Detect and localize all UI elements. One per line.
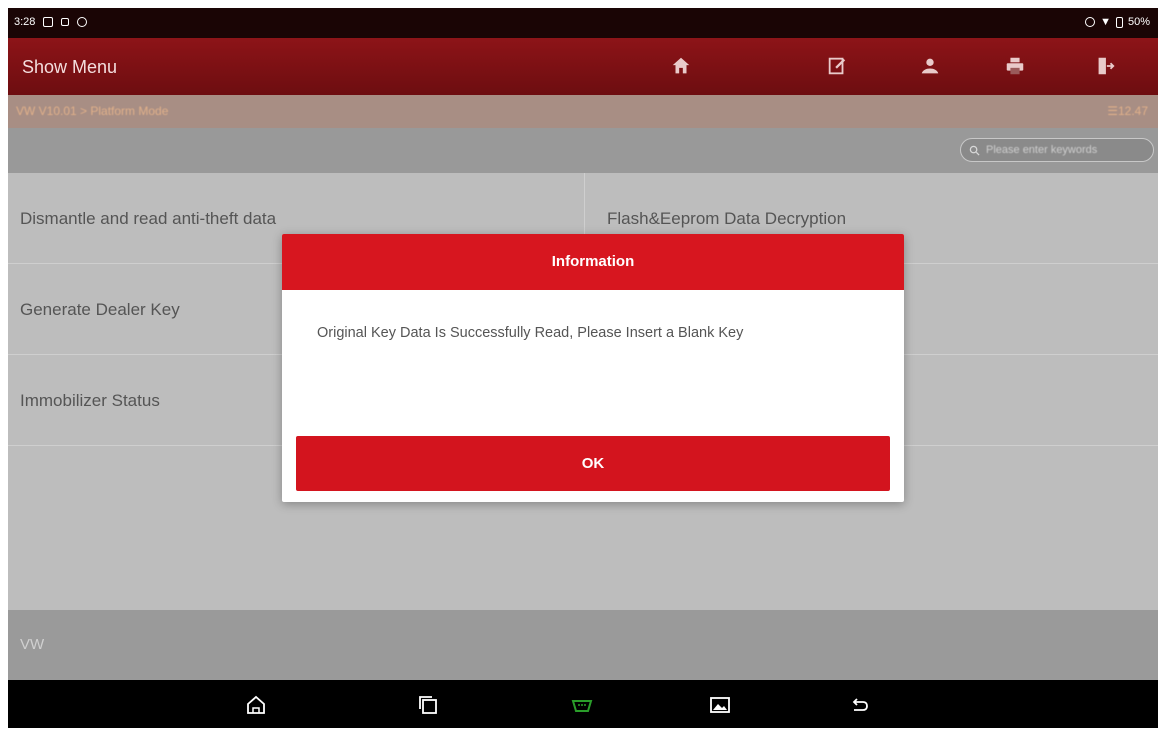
nav-recent-button[interactable] — [414, 691, 442, 719]
vci-connector-icon — [571, 700, 593, 712]
sync-icon — [77, 17, 88, 27]
brand-bar: VW — [8, 610, 1158, 680]
status-bar: 3:28 ▼ 50% — [8, 8, 1158, 38]
dialog-header: Information — [282, 234, 904, 290]
nav-vci-button[interactable] — [568, 691, 596, 719]
nav-home-button[interactable] — [242, 691, 270, 719]
nav-back-button[interactable] — [846, 691, 874, 719]
search-placeholder: Please enter keywords — [986, 144, 1098, 156]
home-icon — [247, 695, 265, 714]
status-time: 3:28 — [14, 16, 36, 28]
print-button[interactable] — [998, 51, 1032, 81]
alarm-icon — [1085, 17, 1096, 27]
version-label: ☰12.47 — [1107, 104, 1148, 118]
breadcrumb: VW V10.01 > Platform Mode — [16, 104, 169, 118]
usb-icon — [61, 18, 70, 26]
search-input[interactable]: Please enter keywords — [960, 138, 1154, 162]
home-button[interactable] — [664, 51, 698, 81]
user-icon — [921, 58, 939, 74]
app-frame: 3:28 ▼ 50% Show Menu VW V10.01 > Platfor… — [8, 8, 1158, 728]
exit-button[interactable] — [1088, 51, 1122, 81]
page-title: Show Menu — [22, 57, 118, 77]
information-dialog: Information Original Key Data Is Success… — [282, 234, 904, 502]
breadcrumb-bar: VW V10.01 > Platform Mode ☰12.47 — [8, 95, 1158, 128]
printer-icon — [1006, 57, 1024, 75]
recent-apps-icon — [419, 696, 437, 714]
dialog-title: Information — [551, 253, 635, 270]
brand-label: VW — [20, 636, 45, 653]
edit-report-icon — [828, 57, 846, 75]
battery-icon — [1115, 16, 1123, 28]
dialog-message: Original Key Data Is Successfully Read, … — [317, 325, 744, 341]
notification-icon — [43, 17, 54, 27]
wifi-icon: ▼ — [1100, 16, 1111, 28]
battery-level: 50% — [1127, 16, 1150, 28]
image-icon — [710, 697, 730, 713]
app-header: Show Menu — [8, 38, 1158, 95]
search-icon — [969, 145, 980, 156]
system-nav-bar — [8, 680, 1158, 728]
ok-button[interactable]: OK — [296, 436, 890, 491]
home-icon — [672, 57, 690, 74]
user-button[interactable] — [913, 51, 947, 81]
exit-icon — [1098, 57, 1115, 75]
edit-report-button[interactable] — [820, 51, 854, 81]
nav-screenshot-button[interactable] — [706, 691, 734, 719]
back-icon — [852, 698, 868, 711]
menu-lines-icon: ☰ — [1107, 104, 1118, 118]
search-row: Please enter keywords — [8, 128, 1158, 173]
